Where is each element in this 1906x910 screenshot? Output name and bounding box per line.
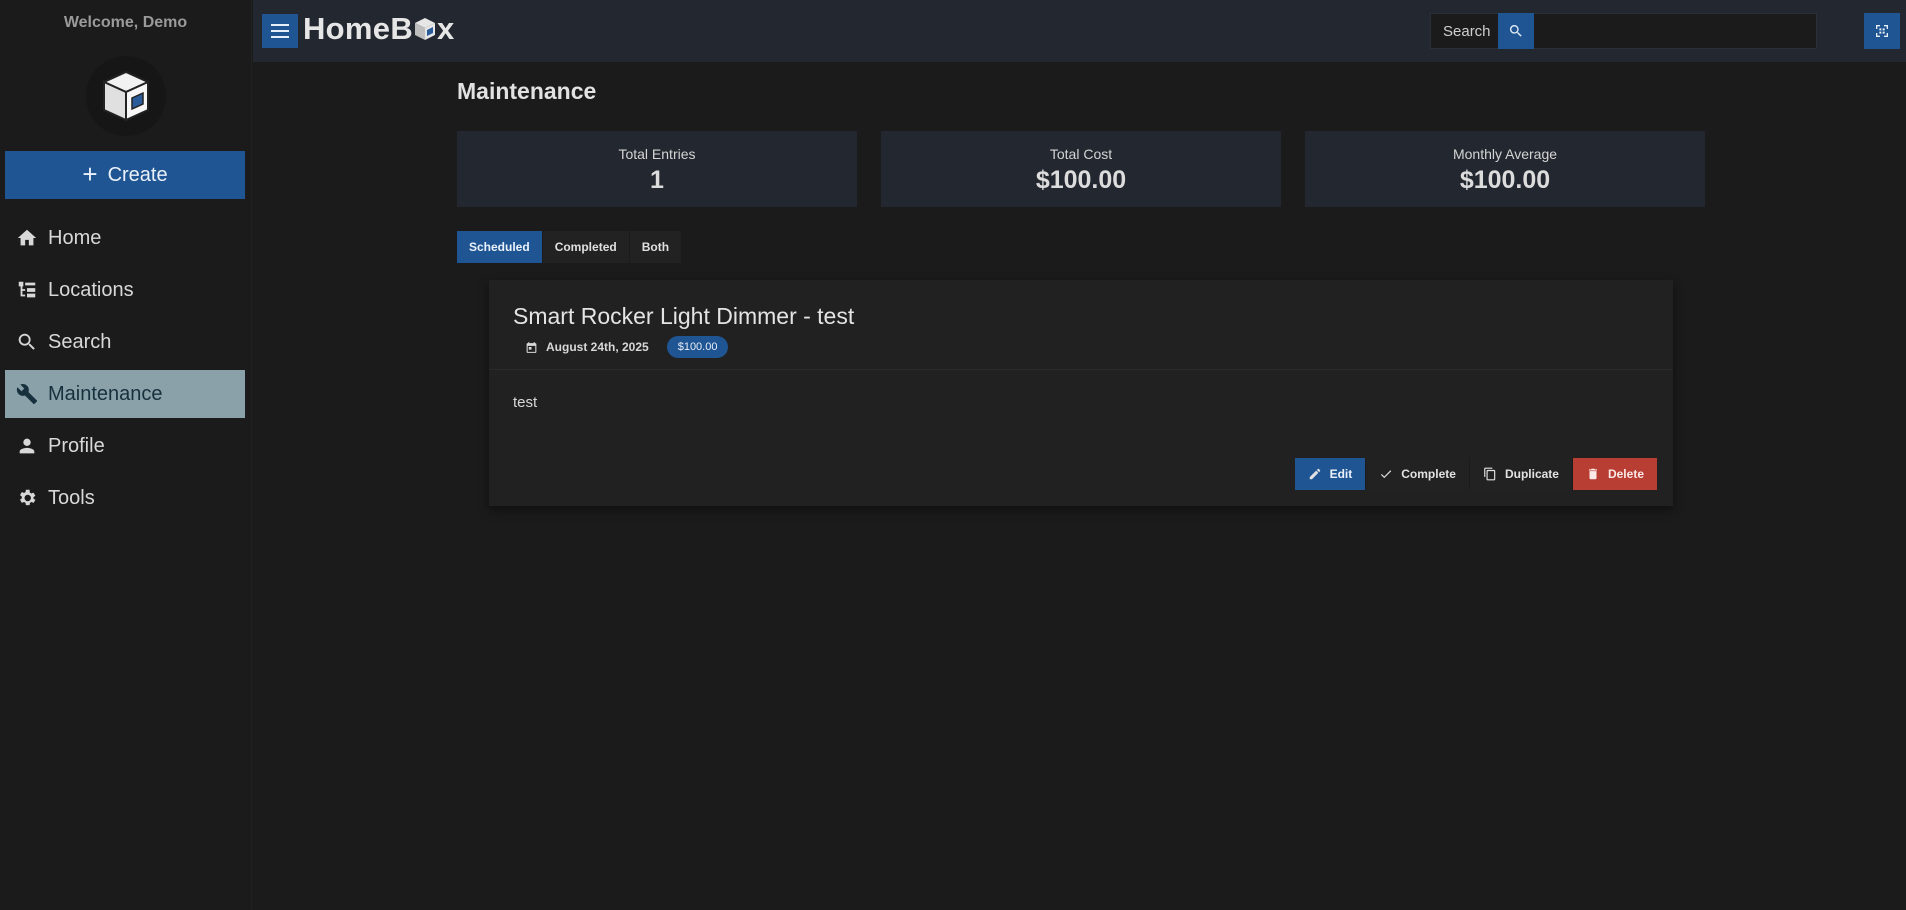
search-button[interactable] — [1498, 13, 1534, 49]
edit-button[interactable]: Edit — [1294, 458, 1366, 490]
sidebar-item-label: Search — [48, 330, 112, 353]
entry-actions: Edit Complete Duplicate Delete — [1294, 458, 1657, 490]
person-icon — [19, 438, 35, 454]
tab-scheduled[interactable]: Scheduled — [457, 231, 542, 263]
wrench-icon — [16, 384, 38, 405]
stat-label: Monthly Average — [1452, 146, 1558, 162]
stat-value: $100.00 — [1035, 166, 1127, 194]
sidebar-item-tools[interactable]: Tools — [5, 474, 245, 522]
duplicate-button-label: Duplicate — [1504, 467, 1559, 481]
trash-icon — [1588, 468, 1598, 480]
tab-both[interactable]: Both — [628, 231, 682, 263]
entry-date: August 24th, 2025 — [513, 340, 649, 354]
stat-total-entries: Total Entries 1 — [457, 131, 857, 207]
delete-button-label: Delete — [1607, 467, 1644, 481]
pencil-icon — [1309, 468, 1320, 480]
sidebar-item-label: Tools — [48, 486, 95, 509]
plus-icon: + — [82, 158, 98, 189]
sidebar-item-label: Home — [48, 226, 102, 249]
brand-logo[interactable]: HomeB x — [303, 11, 455, 47]
home-icon — [17, 229, 37, 246]
stat-total-cost: Total Cost $100.00 — [881, 131, 1281, 207]
welcome-text: Welcome, Demo — [63, 14, 188, 31]
sidebar-item-maintenance[interactable]: Maintenance — [5, 370, 245, 418]
copy-icon — [1484, 467, 1496, 481]
calendar-icon — [526, 341, 537, 353]
create-button-label: Create — [107, 163, 168, 186]
sidebar-nav: Home Locations Search Maintenance Profil… — [5, 214, 245, 526]
search-icon — [1509, 25, 1522, 37]
duplicate-button[interactable]: Duplicate — [1468, 458, 1572, 490]
entry-title: Smart Rocker Light Dimmer - test — [513, 303, 855, 329]
scan-button[interactable] — [1864, 13, 1900, 49]
qr-scan-icon — [1876, 25, 1888, 37]
gear-icon — [20, 489, 36, 506]
search-icon — [18, 333, 35, 350]
stat-label: Total Cost — [1049, 146, 1113, 162]
check-icon — [1381, 470, 1392, 479]
sidebar-item-profile[interactable]: Profile — [5, 422, 245, 470]
card-header: Smart Rocker Light Dimmer - test August … — [489, 280, 1673, 370]
sidebar-item-label: Maintenance — [48, 382, 163, 405]
page-title: Maintenance — [457, 78, 597, 104]
sidebar-item-label: Profile — [48, 434, 105, 457]
hamburger-icon — [271, 24, 289, 38]
app-logo[interactable] — [85, 56, 166, 136]
sidebar-item-home[interactable]: Home — [5, 214, 245, 262]
tree-icon — [18, 281, 36, 298]
cost-badge: $100.00 — [666, 336, 729, 358]
delete-button[interactable]: Delete — [1571, 458, 1657, 490]
search-input[interactable] — [1430, 13, 1817, 49]
sidebar-item-locations[interactable]: Locations — [5, 266, 245, 314]
entry-meta: August 24th, 2025 $100.00 — [513, 336, 1673, 358]
stat-value: $100.00 — [1459, 166, 1551, 194]
sidebar-item-label: Locations — [48, 278, 134, 301]
complete-button[interactable]: Complete — [1365, 458, 1469, 490]
top-bar: HomeB x — [253, 0, 1906, 62]
complete-button-label: Complete — [1401, 467, 1456, 481]
box-logo-icon — [101, 70, 150, 122]
brand-text-end: x — [437, 11, 455, 46]
maintenance-entry-card: Smart Rocker Light Dimmer - test August … — [489, 280, 1673, 506]
create-button[interactable]: + Create — [5, 151, 245, 199]
sidebar-item-search[interactable]: Search — [5, 318, 245, 366]
stat-value: 1 — [650, 166, 664, 194]
stat-label: Total Entries — [618, 146, 696, 162]
entry-notes: test — [513, 394, 538, 411]
edit-button-label: Edit — [1329, 467, 1353, 481]
status-tabs: Scheduled Completed Both — [457, 231, 682, 263]
entry-date-text: August 24th, 2025 — [546, 340, 649, 354]
stat-monthly-average: Monthly Average $100.00 — [1305, 131, 1705, 207]
brand-text-start: HomeB — [303, 11, 414, 46]
tab-completed[interactable]: Completed — [541, 231, 629, 263]
brand-box-icon — [415, 18, 436, 40]
sidebar: Welcome, Demo + Create Home Locations Se… — [0, 0, 252, 910]
menu-toggle-button[interactable] — [262, 14, 298, 48]
